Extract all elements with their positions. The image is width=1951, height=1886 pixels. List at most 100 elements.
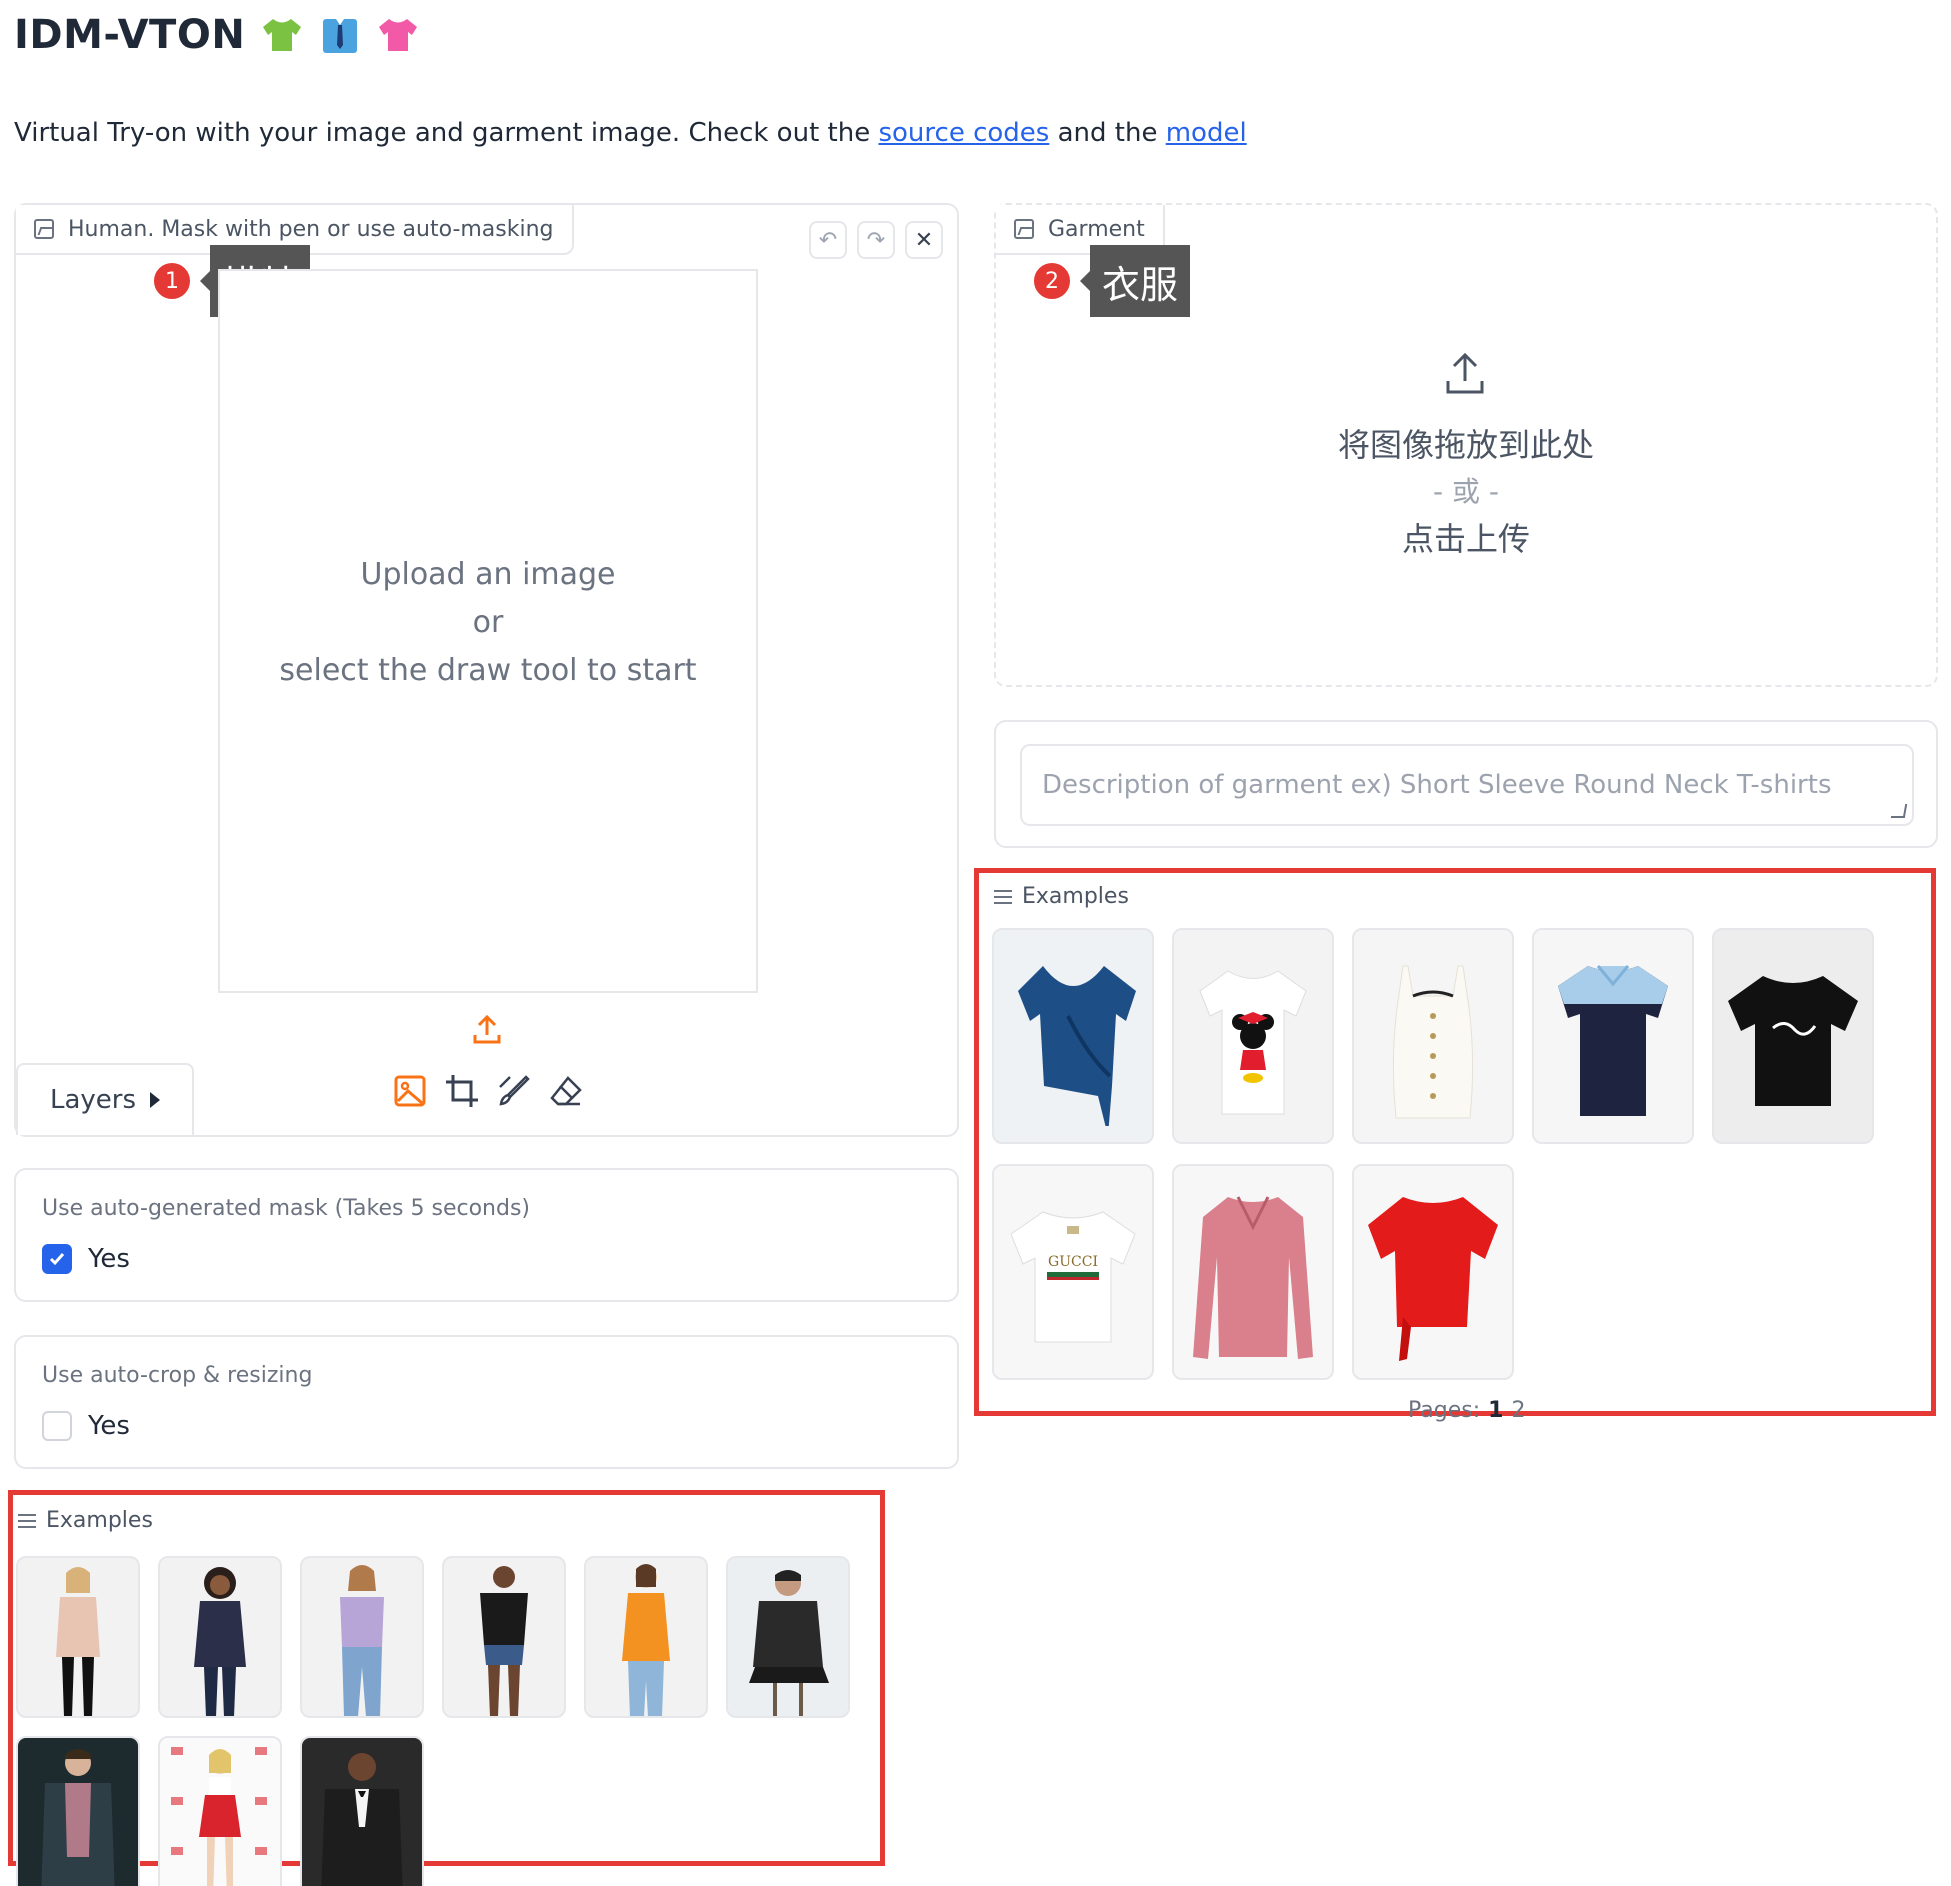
page-1-link[interactable]: 1 [1488, 1398, 1503, 1423]
auto-mask-label: Use auto-generated mask (Takes 5 seconds… [42, 1196, 530, 1221]
image-icon [1014, 219, 1034, 239]
pink-tshirt-icon [379, 19, 418, 51]
upload-icon [1446, 352, 1484, 394]
human-image-panel: Human. Mask with pen or use auto-masking… [14, 203, 959, 1137]
auto-crop-checkbox[interactable] [42, 1411, 72, 1441]
list-icon [994, 889, 1012, 905]
auto-crop-panel: Use auto-crop & resizing Yes [14, 1335, 959, 1469]
human-examples-label: Examples [46, 1508, 153, 1533]
drawing-toolbar [392, 1073, 584, 1109]
callout-pointer [1080, 271, 1090, 291]
upload-hint-line3: select the draw tool to start [279, 653, 697, 688]
pages-label: Pages: [1408, 1398, 1481, 1423]
crop-tool-icon[interactable] [444, 1073, 480, 1109]
upload-hint-line2: or [472, 605, 504, 640]
editor-controls: ↶ ↷ ✕ [809, 221, 943, 259]
garment-panel-label-text: Garment [1048, 216, 1145, 242]
callout-label: 衣服 [1090, 245, 1191, 317]
human-example-thumb[interactable] [158, 1736, 282, 1886]
subtitle: Virtual Try-on with your image and garme… [14, 118, 1247, 148]
drawing-canvas[interactable]: Upload an image or select the draw tool … [218, 269, 758, 993]
navy-lightblue-polo-image [1558, 965, 1668, 1116]
drop-text: 将图像拖放到此处 [1337, 426, 1594, 464]
garment-example-thumb[interactable] [1532, 928, 1694, 1144]
undo-icon[interactable]: ↶ [809, 221, 847, 259]
woman-red-skirt-event-image [171, 1747, 267, 1886]
upload-icon[interactable] [470, 1013, 504, 1047]
woman-pink-sleeveless-blouse-image [56, 1567, 100, 1716]
canvas-upload-hint: Upload an image or select the draw tool … [220, 551, 756, 695]
garment-example-thumb[interactable] [1712, 928, 1874, 1144]
description-panel: Description of garment ex) Short Sleeve … [994, 720, 1938, 848]
garment-example-thumb[interactable] [1352, 1164, 1514, 1380]
auto-crop-option[interactable]: Yes [42, 1411, 130, 1441]
garment-drop-hint: 将图像拖放到此处 - 或 - 点击上传 [996, 421, 1936, 563]
pagination: Pages: 1 2 [1408, 1398, 1525, 1423]
resize-grip-icon[interactable] [1890, 804, 1908, 818]
upload-hint-line1: Upload an image [360, 557, 616, 592]
layers-button[interactable]: Layers [16, 1063, 195, 1135]
source-codes-link[interactable]: source codes [878, 118, 1049, 148]
auto-mask-panel: Use auto-generated mask (Takes 5 seconds… [14, 1168, 959, 1302]
callout-pointer [200, 271, 210, 291]
human-example-thumb[interactable] [16, 1556, 140, 1718]
auto-crop-label: Use auto-crop & resizing [42, 1363, 313, 1388]
close-icon[interactable]: ✕ [905, 221, 943, 259]
image-icon [34, 219, 54, 239]
callout-garment: 2 衣服 [1032, 245, 1191, 317]
garment-examples-header: Examples [994, 884, 1129, 909]
auto-mask-checkbox[interactable] [42, 1244, 72, 1274]
woman-navy-long-sleeve-image [194, 1567, 246, 1716]
garment-example-thumb[interactable]: GUCCI [992, 1164, 1154, 1380]
gucci-white-tshirt-image: GUCCI [1010, 1211, 1136, 1343]
man-dark-jacket-image [41, 1749, 115, 1886]
human-example-thumb[interactable] [300, 1736, 424, 1886]
garment-examples-grid: GUCCI [992, 928, 1892, 1380]
brush-tool-icon[interactable] [496, 1073, 532, 1109]
callout-number-badge: 1 [152, 261, 192, 301]
model-link[interactable]: model [1166, 118, 1247, 148]
auto-crop-option-label: Yes [88, 1411, 130, 1441]
garment-example-thumb[interactable] [1352, 928, 1514, 1144]
layers-label: Layers [50, 1085, 137, 1115]
human-example-thumb[interactable] [726, 1556, 850, 1718]
garment-example-thumb[interactable] [1172, 928, 1334, 1144]
human-example-thumb[interactable] [16, 1736, 140, 1886]
svg-text:GUCCI: GUCCI [1048, 1254, 1098, 1270]
human-example-thumb[interactable] [442, 1556, 566, 1718]
woman-black-tee-shorts-image [480, 1566, 528, 1716]
page-title: IDM-VTON [14, 12, 246, 58]
image-tool-icon[interactable] [392, 1073, 428, 1109]
pink-long-sleeve-polo-image [1193, 1196, 1313, 1359]
human-examples-grid [16, 1556, 856, 1886]
human-examples-header: Examples [18, 1508, 153, 1533]
auto-mask-option-label: Yes [88, 1244, 130, 1274]
garment-examples-label: Examples [1022, 884, 1129, 909]
human-panel-label-text: Human. Mask with pen or use auto-masking [68, 216, 554, 242]
garment-example-thumb[interactable] [992, 928, 1154, 1144]
click-upload-text: 点击上传 [1401, 520, 1530, 558]
garment-example-thumb[interactable] [1172, 1164, 1334, 1380]
page-title-row: IDM-VTON [14, 12, 419, 58]
black-stussy-tshirt-image [1728, 976, 1858, 1106]
auto-mask-option[interactable]: Yes [42, 1244, 130, 1274]
green-tshirt-icon [263, 19, 302, 51]
redo-icon[interactable]: ↷ [857, 221, 895, 259]
or-text: - 或 - [1432, 475, 1499, 508]
human-example-thumb[interactable] [584, 1556, 708, 1718]
checkmark-icon [49, 1253, 65, 1266]
red-knot-tshirt-image [1368, 1197, 1498, 1361]
white-ribbed-camisole-image [1392, 965, 1474, 1119]
page-2-link[interactable]: 2 [1511, 1398, 1525, 1423]
subtitle-prefix: Virtual Try-on with your image and garme… [14, 118, 879, 148]
description-placeholder: Description of garment ex) Short Sleeve … [1042, 770, 1832, 800]
eraser-tool-icon[interactable] [548, 1073, 584, 1109]
callout-number-badge: 2 [1032, 261, 1072, 301]
minnie-mouse-tshirt-image [1199, 970, 1307, 1115]
garment-description-input[interactable]: Description of garment ex) Short Sleeve … [1020, 744, 1914, 826]
human-example-thumb[interactable] [158, 1556, 282, 1718]
human-example-thumb[interactable] [300, 1556, 424, 1718]
caret-right-icon [150, 1092, 161, 1108]
man-black-leather-jacket-image [749, 1570, 829, 1716]
garment-upload-panel[interactable]: Garment 2 衣服 将图像拖放到此处 - 或 - 点击上传 [994, 203, 1938, 687]
